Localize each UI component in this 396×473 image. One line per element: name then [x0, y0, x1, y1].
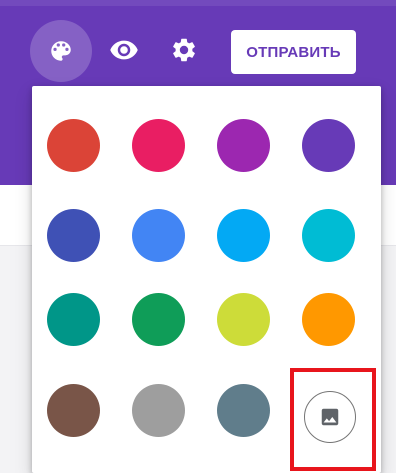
color-swatch[interactable] [302, 293, 355, 346]
color-swatch[interactable] [132, 384, 185, 437]
eye-icon [110, 40, 138, 60]
color-swatch[interactable] [217, 293, 270, 346]
color-swatch[interactable] [302, 209, 355, 262]
send-button[interactable]: ОТПРАВИТЬ [231, 30, 356, 74]
color-swatch[interactable] [47, 384, 100, 437]
palette-button[interactable] [30, 20, 92, 82]
palette-icon [51, 41, 71, 61]
color-swatch[interactable] [47, 209, 100, 262]
color-swatch[interactable] [217, 119, 270, 172]
color-swatch[interactable] [47, 293, 100, 346]
settings-button[interactable] [166, 32, 202, 68]
color-swatch[interactable] [217, 209, 270, 262]
color-swatch[interactable] [132, 209, 185, 262]
color-swatch[interactable] [47, 119, 100, 172]
color-swatch[interactable] [132, 293, 185, 346]
color-swatch[interactable] [132, 119, 185, 172]
color-swatch[interactable] [302, 119, 355, 172]
gear-icon [173, 38, 195, 62]
header-strip [0, 0, 396, 6]
color-swatch[interactable] [217, 384, 270, 437]
preview-button[interactable] [106, 32, 142, 68]
highlight-box [290, 368, 376, 471]
